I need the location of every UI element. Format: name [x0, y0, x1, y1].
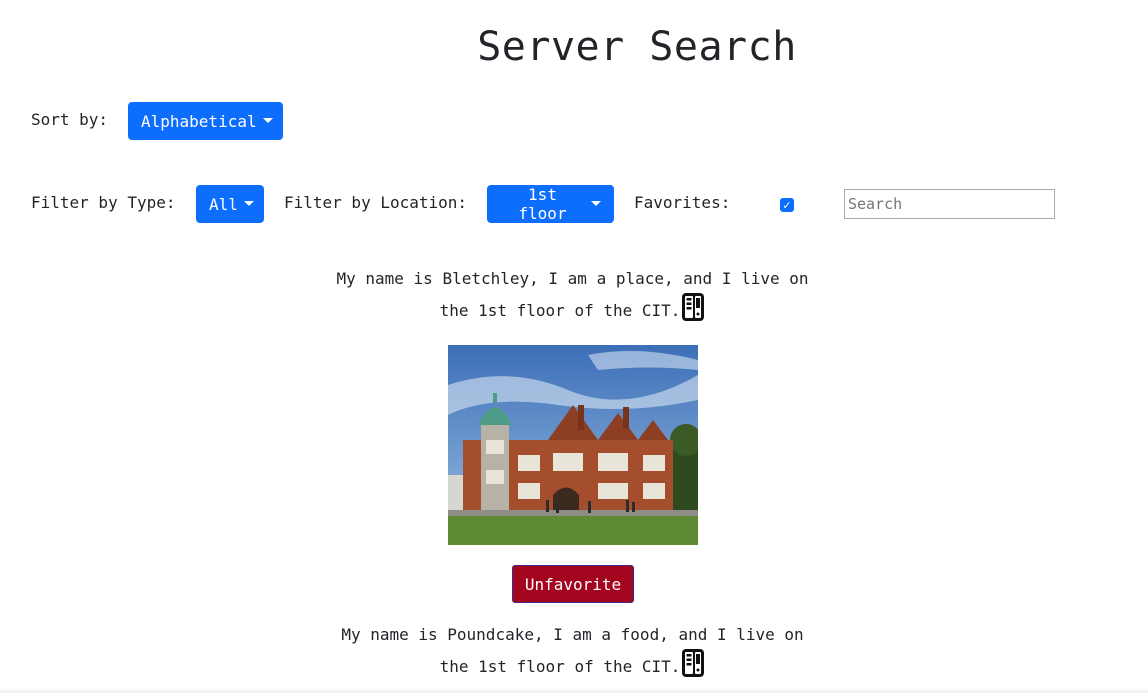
filter-type-value: All: [209, 194, 238, 214]
search-input[interactable]: [844, 189, 1055, 219]
page-title: Server Search: [477, 24, 797, 70]
favorites-checkbox[interactable]: ✓: [780, 198, 794, 212]
bottom-edge-shadow: [0, 687, 1148, 693]
server-description: My name is Bletchley, I am a place, and …: [300, 266, 845, 324]
filter-location-value: 1st floor: [518, 185, 567, 223]
sort-label: Sort by:: [31, 110, 109, 129]
server-image: [448, 345, 698, 545]
server-icon: [682, 293, 705, 321]
server-description-line-wrap: the 1st floor of the CIT.: [300, 648, 845, 680]
filter-location-dropdown[interactable]: 1st floor: [487, 185, 614, 223]
filter-type-label: Filter by Type:: [31, 193, 176, 212]
server-description: My name is Poundcake, I am a food, and I…: [300, 622, 845, 680]
server-icon: [682, 649, 705, 677]
chevron-down-icon: [243, 200, 254, 206]
server-description-line: the 1st floor of the CIT.: [439, 657, 681, 676]
server-description-line: My name is Bletchley, I am a place, and …: [336, 269, 809, 288]
server-description-line-wrap: the 1st floor of the CIT.: [300, 292, 845, 324]
sort-dropdown-value: Alphabetical: [141, 111, 257, 131]
checkmark-icon: ✓: [782, 198, 792, 212]
chevron-down-icon: [262, 117, 273, 123]
chevron-down-icon: [591, 200, 601, 206]
filter-type-dropdown[interactable]: All: [196, 185, 264, 223]
unfavorite-button[interactable]: Unfavorite: [512, 565, 634, 603]
filter-location-label: Filter by Location:: [284, 193, 468, 212]
server-description-line: My name is Poundcake, I am a food, and I…: [341, 625, 804, 644]
sort-dropdown[interactable]: Alphabetical: [128, 102, 283, 140]
manor-house-image: [448, 345, 698, 545]
favorites-label: Favorites:: [634, 193, 731, 212]
server-description-line: the 1st floor of the CIT.: [439, 301, 681, 320]
server-search-page: Server Search Sort by: Alphabetical Filt…: [0, 0, 1148, 693]
